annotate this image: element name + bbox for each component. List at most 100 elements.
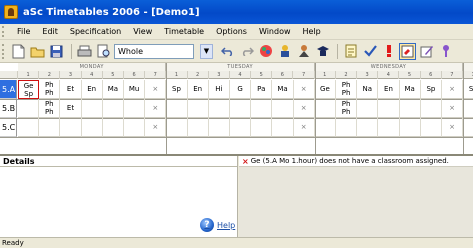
lesson-card[interactable]: En <box>187 80 209 99</box>
empty-cell[interactable] <box>18 118 40 137</box>
redo-icon[interactable] <box>238 43 255 60</box>
lesson-card[interactable]: Sp <box>166 80 188 99</box>
warning-exclamation-icon[interactable] <box>380 43 397 60</box>
empty-cell[interactable] <box>463 118 473 137</box>
empty-cell[interactable] <box>187 118 209 137</box>
print-icon[interactable] <box>76 43 93 60</box>
lesson-cell-blocked[interactable]: × <box>442 80 464 99</box>
empty-cell[interactable] <box>420 118 442 137</box>
empty-cell[interactable] <box>60 118 82 137</box>
menu-file[interactable]: File <box>11 24 36 40</box>
empty-cell[interactable] <box>378 118 400 137</box>
validate-check-icon[interactable] <box>361 43 378 60</box>
view-select[interactable]: Whole <box>114 43 194 59</box>
lesson-cell-blocked[interactable]: × <box>442 99 464 118</box>
empty-cell[interactable] <box>166 99 188 118</box>
checklist-icon[interactable] <box>342 43 359 60</box>
empty-cell[interactable] <box>251 118 273 137</box>
lesson-card[interactable]: Ph Ph <box>39 99 61 118</box>
empty-cell[interactable] <box>208 99 230 118</box>
empty-cell[interactable] <box>399 118 421 137</box>
empty-cell[interactable] <box>81 99 103 118</box>
lesson-card[interactable]: Ma <box>102 80 124 99</box>
save-icon[interactable] <box>48 43 65 60</box>
lesson-card[interactable]: Ma <box>399 80 421 99</box>
empty-cell[interactable] <box>124 99 146 118</box>
empty-cell[interactable] <box>81 118 103 137</box>
lesson-card[interactable]: Sp <box>463 80 473 99</box>
class-row-label[interactable]: 5.B <box>0 99 17 118</box>
lesson-cell-blocked[interactable]: × <box>442 118 464 137</box>
lesson-cell-blocked[interactable]: × <box>145 99 167 118</box>
lesson-cell-blocked[interactable]: × <box>293 99 315 118</box>
color-palette-icon[interactable] <box>257 43 274 60</box>
class-row-label[interactable]: 5.A <box>0 80 17 99</box>
empty-cell[interactable] <box>102 99 124 118</box>
empty-cell[interactable] <box>336 118 358 137</box>
empty-cell[interactable] <box>230 118 252 137</box>
empty-cell[interactable] <box>230 99 252 118</box>
empty-cell[interactable] <box>420 99 442 118</box>
lesson-card[interactable]: Ph Ph <box>336 99 358 118</box>
menu-timetable[interactable]: Timetable <box>158 24 210 40</box>
lesson-card[interactable]: Ma <box>272 80 294 99</box>
toolbar-grip[interactable] <box>2 43 7 59</box>
chevron-down-icon[interactable]: ▼ <box>200 43 213 59</box>
teachers-icon[interactable] <box>295 43 312 60</box>
lesson-card[interactable]: Hi <box>208 80 230 99</box>
menu-specification[interactable]: Specification <box>64 24 127 40</box>
empty-cell[interactable] <box>251 99 273 118</box>
lesson-card[interactable]: En <box>378 80 400 99</box>
lesson-card[interactable]: Na <box>357 80 379 99</box>
empty-cell[interactable] <box>357 99 379 118</box>
menu-grip[interactable] <box>2 26 8 37</box>
empty-cell[interactable] <box>378 99 400 118</box>
lesson-card[interactable]: Ph Ph <box>39 80 61 99</box>
classes-icon[interactable] <box>314 43 331 60</box>
print-preview-icon[interactable] <box>95 43 112 60</box>
lesson-card[interactable]: Et <box>60 99 82 118</box>
lesson-cell-blocked[interactable]: × <box>145 118 167 137</box>
lesson-cell-blocked[interactable]: × <box>145 80 167 99</box>
lesson-card[interactable]: Ge Sp <box>18 80 40 99</box>
empty-cell[interactable] <box>166 118 188 137</box>
highlight-icon[interactable] <box>399 42 416 60</box>
empty-cell[interactable] <box>399 99 421 118</box>
edit-icon[interactable] <box>418 43 435 60</box>
menu-options[interactable]: Options <box>210 24 253 40</box>
help-link[interactable]: ? Help <box>200 218 235 232</box>
lesson-card[interactable]: Ph Ph <box>336 80 358 99</box>
empty-cell[interactable] <box>272 99 294 118</box>
empty-cell[interactable] <box>102 118 124 137</box>
empty-cell[interactable] <box>39 118 61 137</box>
lesson-card[interactable]: Mu <box>124 80 146 99</box>
lesson-card[interactable]: Sp <box>420 80 442 99</box>
menu-help[interactable]: Help <box>297 24 327 40</box>
empty-cell[interactable] <box>314 118 336 137</box>
message-row[interactable]: × Ge (5.A Mo 1.hour) does not have a cla… <box>239 156 473 167</box>
lesson-card[interactable]: G <box>230 80 252 99</box>
help-label[interactable]: Help <box>217 221 235 230</box>
open-folder-icon[interactable] <box>29 43 46 60</box>
lesson-card[interactable]: Pa <box>251 80 273 99</box>
empty-cell[interactable] <box>208 118 230 137</box>
menu-view[interactable]: View <box>127 24 158 40</box>
empty-cell[interactable] <box>272 118 294 137</box>
empty-cell[interactable] <box>314 99 336 118</box>
empty-cell[interactable] <box>463 99 473 118</box>
class-row-label[interactable]: 5.C <box>0 118 17 137</box>
lesson-card[interactable]: Ge <box>314 80 336 99</box>
key-icon[interactable] <box>437 43 454 60</box>
undo-icon[interactable] <box>219 43 236 60</box>
lesson-cell-blocked[interactable]: × <box>293 118 315 137</box>
generate-icon[interactable] <box>276 43 293 60</box>
menu-edit[interactable]: Edit <box>36 24 64 40</box>
empty-cell[interactable] <box>187 99 209 118</box>
empty-cell[interactable] <box>124 118 146 137</box>
empty-cell[interactable] <box>18 99 40 118</box>
lesson-card[interactable]: Et <box>60 80 82 99</box>
menu-window[interactable]: Window <box>253 24 297 40</box>
lesson-cell-blocked[interactable]: × <box>293 80 315 99</box>
empty-cell[interactable] <box>357 118 379 137</box>
lesson-card[interactable]: En <box>81 80 103 99</box>
